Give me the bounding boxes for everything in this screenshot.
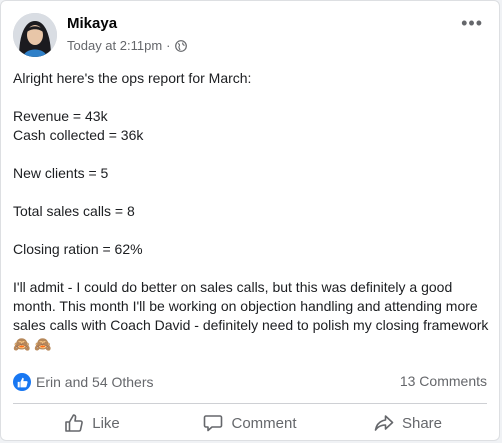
post-meta: Today at 2:11pm · xyxy=(67,38,187,53)
post-closing: Closing ration = 62% xyxy=(13,241,143,257)
comments-count[interactable]: 13 Comments xyxy=(400,373,487,389)
globe-icon[interactable] xyxy=(174,39,187,52)
post-card: Mikaya Today at 2:11pm · ••• Alright her… xyxy=(0,0,500,441)
post-cash: Cash collected = 36k xyxy=(13,127,144,143)
comment-button[interactable]: Comment xyxy=(171,405,329,441)
post-sales-calls: Total sales calls = 8 xyxy=(13,203,135,219)
share-icon xyxy=(374,415,394,431)
more-options-button[interactable]: ••• xyxy=(461,13,483,34)
reactions-label: Erin and 54 Others xyxy=(36,374,154,390)
reactions-summary[interactable]: Erin and 54 Others xyxy=(13,373,154,391)
like-label: Like xyxy=(92,414,120,432)
comment-label: Comment xyxy=(231,414,297,432)
post-body: Alright here's the ops report for March:… xyxy=(13,69,491,354)
comment-icon xyxy=(204,415,223,432)
author-name[interactable]: Mikaya xyxy=(67,15,117,32)
post-emoji: 🙈 🙈 xyxy=(13,336,52,352)
share-button[interactable]: Share xyxy=(329,405,487,441)
post-closing-paragraph: I'll admit - I could do better on sales … xyxy=(13,279,489,333)
meta-separator: · xyxy=(166,38,171,53)
share-label: Share xyxy=(401,414,443,432)
thumbs-up-icon xyxy=(65,414,84,432)
post-intro: Alright here's the ops report for March: xyxy=(13,70,252,86)
avatar[interactable] xyxy=(13,13,57,57)
post-header: Mikaya Today at 2:11pm · ••• xyxy=(13,11,487,59)
post-timestamp[interactable]: Today at 2:11pm xyxy=(67,38,162,53)
post-revenue: Revenue = 43k xyxy=(13,108,108,124)
action-bar: Like Comment Share xyxy=(13,405,487,441)
like-reaction-icon xyxy=(13,373,31,391)
post-new-clients: New clients = 5 xyxy=(13,165,109,181)
action-divider xyxy=(13,403,487,404)
avatar-image xyxy=(13,13,57,57)
like-button[interactable]: Like xyxy=(13,405,171,441)
